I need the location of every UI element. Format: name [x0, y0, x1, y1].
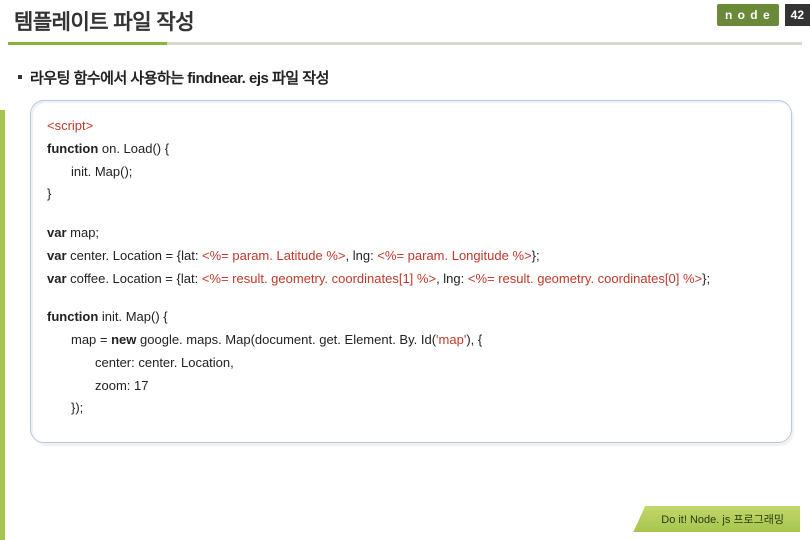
code-line: var map; [47, 222, 775, 245]
slide-header: 템플레이트 파일 작성 n o d e 42 [0, 0, 810, 42]
bullet-icon [18, 75, 22, 79]
code-line: var coffee. Location = {lat: <%= result.… [47, 268, 775, 291]
code-line: }); [47, 397, 775, 420]
code-line: function init. Map() { [47, 306, 775, 329]
footer-tab: Do it! Node. js 프로그래밍 [633, 506, 800, 532]
left-accent [0, 110, 5, 540]
code-line: } [47, 183, 775, 206]
code-box: <script> function on. Load() { init. Map… [30, 100, 792, 443]
code-line: function on. Load() { [47, 138, 775, 161]
header-right: n o d e 42 [717, 4, 810, 26]
code-line: var center. Location = {lat: <%= param. … [47, 245, 775, 268]
subheading: 라우팅 함수에서 사용하는 findnear. ejs 파일 작성 [18, 67, 810, 88]
code-line: zoom: 17 [47, 375, 775, 398]
code-line: init. Map(); [47, 161, 775, 184]
code-line: <script> [47, 115, 775, 138]
header-underline [8, 42, 802, 45]
page-number: 42 [785, 4, 810, 26]
subheading-text: 라우팅 함수에서 사용하는 findnear. ejs 파일 작성 [30, 70, 329, 87]
page-title: 템플레이트 파일 작성 [14, 6, 194, 36]
node-badge: n o d e [717, 4, 779, 26]
code-line: center: center. Location, [47, 352, 775, 375]
code-line: map = new google. maps. Map(document. ge… [47, 329, 775, 352]
